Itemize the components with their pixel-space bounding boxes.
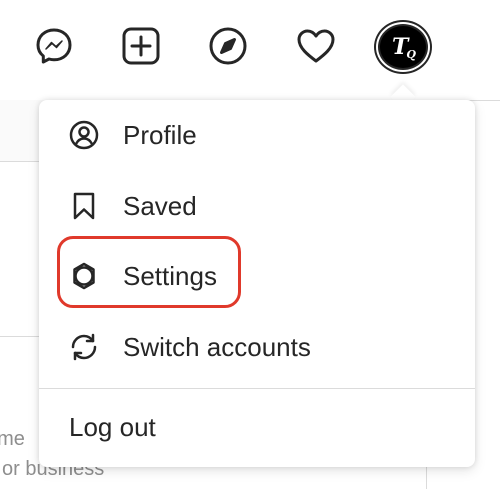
profile-dropdown-menu: Profile Saved Settings Switch accounts L… <box>39 100 475 467</box>
menu-item-settings[interactable]: Settings <box>39 241 475 311</box>
menu-item-label: Profile <box>123 119 197 150</box>
activity-heart-icon[interactable] <box>294 24 338 68</box>
avatar-initials: TQ <box>392 33 416 61</box>
background-text-1: ame <box>0 428 25 450</box>
menu-item-switch-accounts[interactable]: Switch accounts <box>39 312 475 382</box>
new-post-icon[interactable] <box>119 24 163 68</box>
profile-icon <box>69 120 99 150</box>
messenger-icon[interactable] <box>32 24 76 68</box>
explore-compass-icon[interactable] <box>206 24 250 68</box>
menu-divider <box>39 388 475 389</box>
bookmark-icon <box>69 191 99 221</box>
menu-item-saved[interactable]: Saved <box>39 171 475 241</box>
menu-item-label: Settings <box>123 260 217 291</box>
menu-item-label: Saved <box>123 190 197 221</box>
top-nav-bar: TQ <box>0 0 500 101</box>
profile-avatar[interactable]: TQ <box>378 24 428 70</box>
menu-item-label: Switch accounts <box>123 331 311 362</box>
logout-label: Log out <box>69 411 156 442</box>
settings-gear-icon <box>69 261 99 291</box>
switch-accounts-icon <box>69 332 99 362</box>
background-divider <box>0 336 40 337</box>
menu-item-logout[interactable]: Log out <box>39 392 500 462</box>
menu-item-profile[interactable]: Profile <box>39 100 475 170</box>
